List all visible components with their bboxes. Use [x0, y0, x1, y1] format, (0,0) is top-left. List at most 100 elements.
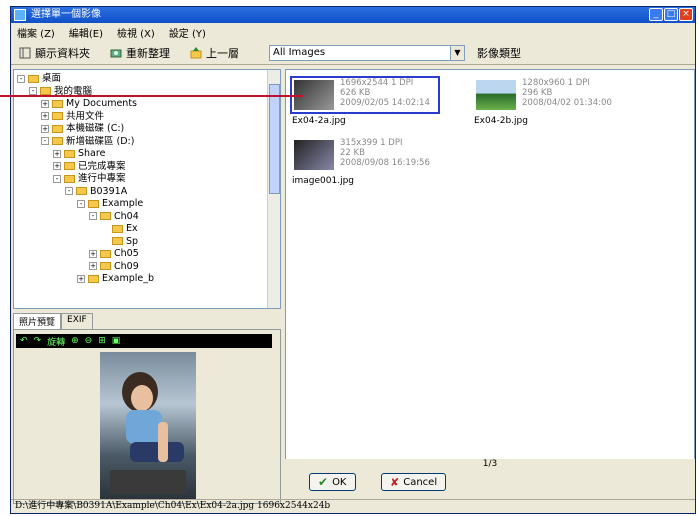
- actual-size-icon[interactable]: ▣: [112, 336, 121, 346]
- tree-item-label: Ch05: [114, 248, 139, 259]
- expand-icon[interactable]: +: [53, 162, 61, 170]
- fit-window-icon[interactable]: ⊞: [98, 336, 106, 346]
- expand-icon[interactable]: +: [53, 149, 61, 158]
- image-type-label: 影像類型: [477, 46, 521, 60]
- tree-item[interactable]: + Ch05: [17, 248, 280, 261]
- tree-item[interactable]: - 進行中專案: [17, 173, 280, 186]
- tree-item[interactable]: Sp: [17, 236, 280, 249]
- window-title: 選擇單一個影像: [31, 9, 101, 20]
- tree-item[interactable]: + Example_b: [17, 273, 280, 286]
- expand-icon[interactable]: +: [41, 124, 49, 133]
- thumbnail-item[interactable]: 315x399 1 DPI 22 KB 2008/09/08 16:19:56 …: [290, 136, 440, 186]
- photo-preview-panel: ↶ ↷ 旋轉 ⊕ ⊖ ⊞ ▣: [13, 329, 281, 504]
- up-level-button[interactable]: 上一層: [186, 43, 243, 63]
- thumbnail-size: 22 KB: [340, 148, 365, 158]
- tree-scrollbar-thumb[interactable]: [269, 84, 280, 194]
- tab-exif[interactable]: EXIF: [61, 313, 93, 329]
- menu-view[interactable]: 檢視 (X): [117, 25, 155, 40]
- collapse-icon[interactable]: -: [89, 212, 97, 220]
- title-bar[interactable]: 選擇單一個影像 _ □ ×: [11, 7, 695, 23]
- image-type-value: All Images: [273, 46, 326, 58]
- tree-item-label: Example_b: [102, 273, 154, 284]
- app-icon: [14, 9, 26, 21]
- tree-item[interactable]: - Example: [17, 198, 280, 211]
- collapse-icon[interactable]: -: [29, 87, 37, 95]
- zoom-out-icon[interactable]: ⊖: [85, 336, 93, 346]
- image-type-select[interactable]: All Images ▼: [269, 44, 465, 61]
- zoom-in-icon[interactable]: ⊕: [71, 336, 79, 346]
- tree-item-label: 本機磁碟 (C:): [66, 123, 125, 134]
- expand-icon[interactable]: +: [77, 274, 85, 283]
- collapse-icon[interactable]: -: [65, 187, 73, 195]
- thumbnail-dims: 1696x2544 1 DPI: [340, 78, 414, 88]
- page-indicator: 1/3: [482, 459, 498, 469]
- thumbnail-dims: 1280x960 1 DPI: [522, 78, 590, 88]
- tree-item-label: 共用文件: [66, 110, 105, 122]
- cancel-button[interactable]: ✘ Cancel: [381, 473, 447, 491]
- thumbnail-item[interactable]: 1696x2544 1 DPI 626 KB 2009/02/05 14:02:…: [290, 76, 440, 126]
- folder-icon: [64, 149, 75, 158]
- thumbnail-size: 296 KB: [522, 88, 553, 98]
- tree-item[interactable]: - 桌面: [17, 73, 280, 86]
- ok-button[interactable]: ✔ OK: [309, 473, 356, 491]
- expand-icon[interactable]: +: [41, 112, 49, 120]
- collapse-icon[interactable]: -: [77, 199, 85, 208]
- refresh-icon: [110, 47, 122, 59]
- tree-scrollbar[interactable]: [267, 70, 280, 308]
- tree-item[interactable]: - 新增磁碟區 (D:): [17, 136, 280, 149]
- tree-item[interactable]: - B0391A: [17, 186, 280, 199]
- expand-icon[interactable]: +: [89, 249, 97, 258]
- collapse-icon[interactable]: -: [17, 74, 25, 83]
- thumbnail-item[interactable]: 1280x960 1 DPI 296 KB 2008/04/02 01:34:0…: [472, 76, 622, 126]
- tree-item[interactable]: - Ch04: [17, 211, 280, 224]
- checkmark-icon: ✔: [318, 475, 329, 489]
- preview-toolbar: ↶ ↷ 旋轉 ⊕ ⊖ ⊞ ▣: [16, 334, 272, 348]
- tree-item-label: Ch04: [114, 210, 139, 222]
- folder-icon: [28, 74, 39, 83]
- thumbnail-date: 2008/09/08 16:19:56: [340, 158, 430, 168]
- folder-icon: [88, 274, 99, 283]
- menu-file[interactable]: 檔案 (Z): [17, 25, 55, 40]
- refresh-button[interactable]: 重新整理: [106, 43, 174, 63]
- collapse-icon[interactable]: -: [41, 137, 49, 145]
- maximize-button[interactable]: □: [664, 8, 678, 21]
- status-bar: D:\進行中專案\B0391A\Example\Ch04\Ex\Ex04-2a.…: [11, 499, 695, 513]
- tree-item-label: Sp: [126, 235, 139, 247]
- folder-icon: [100, 249, 111, 258]
- tree-item[interactable]: + Share: [17, 148, 280, 161]
- left-pane: - 桌面 - 我的電腦 + My Documents + 共用文件 + 本機磁碟 (C:) - 新增磁…: [13, 69, 281, 504]
- cancel-label: Cancel: [403, 476, 438, 488]
- expand-icon[interactable]: +: [89, 262, 97, 270]
- toolbar: 顯示資料夾 重新整理 上一層 All Images ▼ 影像類型: [11, 41, 695, 65]
- tab-photo-preview[interactable]: 照片預覽: [13, 313, 62, 329]
- thumbnail-date: 2009/02/05 14:02:14: [340, 98, 430, 108]
- folder-tree-icon: [19, 47, 31, 59]
- close-button[interactable]: ×: [679, 8, 693, 21]
- tree-item[interactable]: + 已完成專案: [17, 161, 280, 174]
- tree-item-label: 新增磁碟區 (D:): [66, 135, 135, 147]
- rotate-dropdown[interactable]: 旋轉: [47, 335, 65, 348]
- thumbnail-image: [476, 80, 516, 110]
- tree-item-label: Ch09: [114, 260, 139, 272]
- folder-icon: [40, 87, 51, 95]
- tree-item[interactable]: + 本機磁碟 (C:): [17, 123, 280, 136]
- folder-icon: [112, 237, 123, 245]
- expand-icon[interactable]: +: [41, 99, 49, 108]
- collapse-icon[interactable]: -: [53, 174, 61, 183]
- rotate-left-icon[interactable]: ↶: [20, 336, 28, 346]
- tree-item[interactable]: Ex: [17, 223, 280, 236]
- dialog-footer: 1/3 ✔ OK ✘ Cancel: [285, 459, 695, 493]
- tree-item-label: My Documents: [66, 98, 138, 109]
- menu-settings[interactable]: 設定 (Y): [169, 25, 206, 40]
- menu-edit[interactable]: 編輯(E): [69, 25, 103, 40]
- rotate-right-icon[interactable]: ↷: [34, 336, 42, 346]
- minimize-button[interactable]: _: [649, 8, 663, 21]
- tree-item[interactable]: + Ch09: [17, 261, 280, 274]
- show-folders-button[interactable]: 顯示資料夾: [15, 43, 94, 63]
- up-level-label: 上一層: [206, 46, 239, 60]
- tree-item[interactable]: + 共用文件: [17, 111, 280, 124]
- callout-line: [0, 95, 303, 97]
- tree-item[interactable]: + My Documents: [17, 98, 280, 111]
- folder-icon: [52, 112, 63, 120]
- chevron-down-icon[interactable]: ▼: [450, 45, 464, 60]
